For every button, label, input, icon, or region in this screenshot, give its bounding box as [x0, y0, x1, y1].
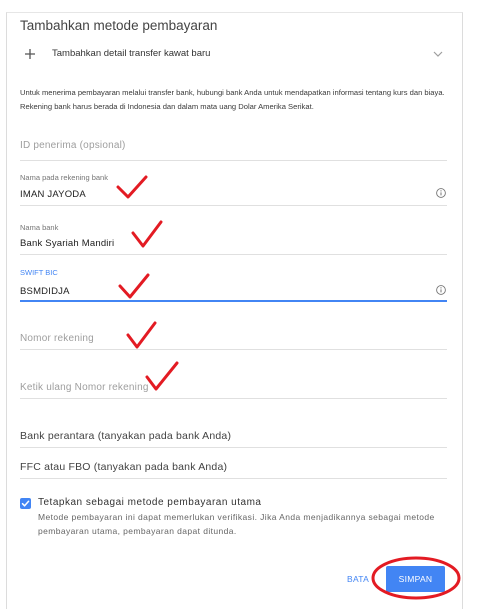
account-number-confirm-field: [20, 376, 447, 399]
account-number-confirm-input[interactable]: [20, 376, 420, 398]
checkmark-icon: [21, 500, 29, 507]
ffc-fbo-field: [20, 456, 447, 479]
plus-icon: [25, 49, 35, 59]
swift-bic-label: SWIFT BIC: [20, 268, 58, 277]
swift-bic-field: SWIFT BIC: [20, 266, 447, 302]
account-name-input[interactable]: [20, 185, 420, 203]
info-icon[interactable]: [436, 285, 446, 295]
cancel-button[interactable]: BATA: [347, 573, 369, 585]
primary-method-note: Metode pembayaran ini dapat memerlukan v…: [38, 512, 435, 536]
recipient-id-field: [20, 134, 447, 161]
intermediary-bank-field: [20, 424, 447, 448]
chevron-down-icon[interactable]: [433, 51, 443, 57]
account-number-input[interactable]: [20, 327, 420, 349]
swift-bic-input[interactable]: [20, 283, 420, 299]
bank-name-label: Nama bank: [20, 223, 59, 232]
save-button[interactable]: SIMPAN: [386, 566, 445, 592]
account-name-label: Nama pada rekening bank: [20, 173, 108, 182]
account-name-field: Nama pada rekening bank: [20, 170, 447, 206]
info-icon[interactable]: [436, 188, 446, 198]
page-title: Tambahkan metode pembayaran: [20, 18, 218, 33]
bank-name-field: Nama bank: [20, 220, 447, 255]
bank-transfer-info-text: Untuk menerima pembayaran melalui transf…: [20, 88, 445, 111]
ffc-fbo-input[interactable]: [20, 456, 420, 478]
primary-method-checkbox[interactable]: [20, 498, 31, 509]
payment-method-page: Tambahkan metode pembayaran Tambahkan de…: [0, 0, 477, 609]
primary-method-label[interactable]: Tetapkan sebagai metode pembayaran utama: [38, 497, 261, 509]
recipient-id-input[interactable]: [20, 134, 420, 156]
intermediary-bank-input[interactable]: [20, 424, 420, 447]
add-wire-transfer-row[interactable]: Tambahkan detail transfer kawat baru: [14, 42, 454, 66]
account-number-field: [20, 327, 447, 350]
add-wire-transfer-label: Tambahkan detail transfer kawat baru: [52, 48, 211, 59]
bank-name-input[interactable]: [20, 234, 420, 252]
